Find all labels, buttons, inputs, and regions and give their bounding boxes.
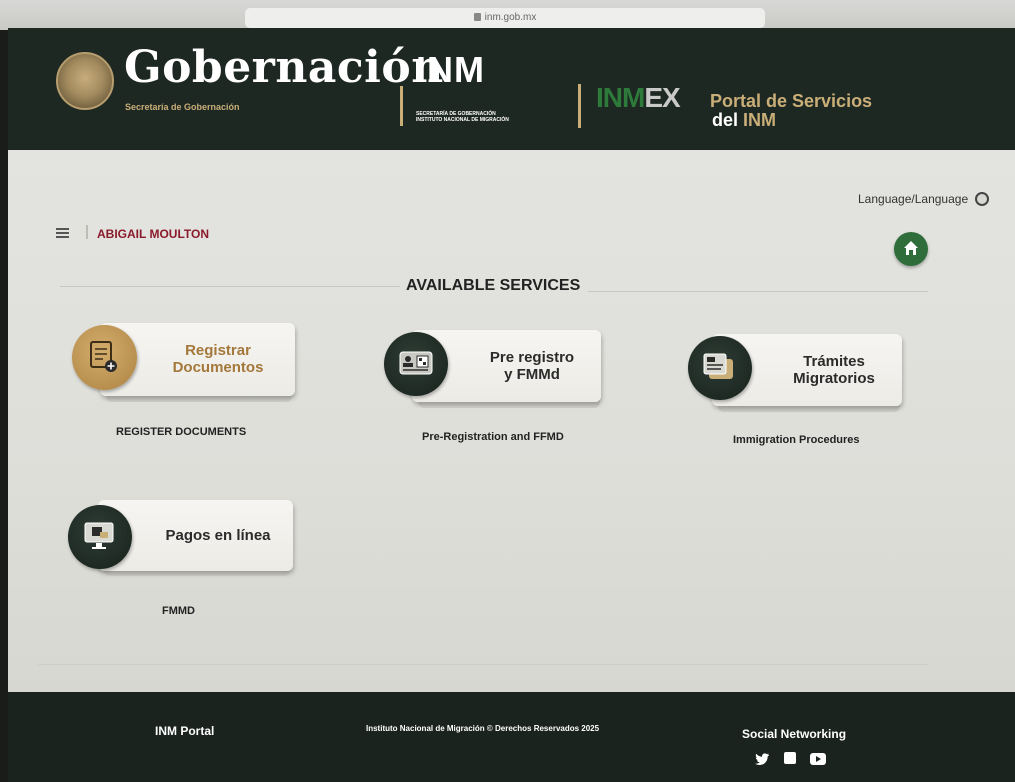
footer-rule [38, 664, 928, 665]
header-divider [578, 84, 581, 128]
footer-portal-link[interactable]: INM Portal [155, 724, 214, 738]
inmex-logo: INMEX [596, 82, 681, 113]
user-divider [86, 225, 88, 239]
forms-icon [703, 353, 733, 379]
service-card-label: Registrar [185, 342, 251, 359]
service-card-label: Migratorios [793, 370, 875, 388]
site-header: Gobernación Secretaría de Gobernación [8, 28, 1015, 150]
lock-icon [473, 13, 481, 21]
document-icon-badge[interactable] [72, 325, 137, 390]
service-caption: REGISTER DOCUMENTS [116, 426, 247, 438]
monitor-payment-icon [84, 522, 114, 549]
service-caption: FMMD [162, 605, 195, 617]
language-selector[interactable]: Language/Language [858, 192, 968, 206]
gobernacion-logo-title: Gobernación [124, 42, 444, 93]
footer-social-title: Social Networking [742, 727, 847, 741]
youtube-icon[interactable] [810, 752, 826, 770]
title-rule [60, 286, 400, 287]
home-icon [904, 241, 918, 255]
portal-title: Portal de Servicios del INM [710, 91, 873, 130]
section-title: AVAILABLE SERVICES [406, 277, 581, 294]
service-caption: Pre-Registration and FFMD [422, 431, 564, 443]
service-card-label: y FMMd [504, 366, 560, 384]
user-name: ABIGAIL MOULTON [97, 227, 209, 241]
facebook-icon[interactable] [784, 752, 796, 764]
globe-icon[interactable] [975, 192, 989, 206]
url-bar[interactable]: inm.gob.mx [245, 8, 765, 28]
id-card-icon [399, 351, 433, 375]
header-divider [400, 86, 403, 126]
forms-icon-badge[interactable] [688, 336, 752, 400]
service-caption: Immigration Procedures [733, 434, 860, 446]
document-icon [90, 341, 117, 372]
menu-icon[interactable] [56, 228, 69, 240]
gobernacion-logo-subtitle: Secretaría de Gobernación [125, 102, 240, 112]
service-card-label: Pre registro [489, 349, 575, 366]
title-rule [588, 291, 928, 292]
url-text: inm.gob.mx [484, 12, 537, 23]
browser-toolbar: inm.gob.mx [0, 0, 1015, 30]
monitor-payment-icon-badge[interactable] [68, 505, 132, 569]
service-card-label: Documentos [172, 359, 264, 377]
home-button[interactable] [894, 232, 928, 266]
service-card-label: Pagos en línea [165, 527, 271, 544]
inm-logo-subtitle: INSTITUTO NACIONAL DE MIGRACIÓN [416, 117, 509, 123]
id-card-icon-badge[interactable] [384, 332, 448, 396]
inm-logo: INM [416, 49, 485, 90]
footer-copyright: Instituto Nacional de Migración © Derech… [366, 724, 600, 733]
mexico-seal-logo [56, 52, 114, 110]
twitter-icon[interactable] [755, 752, 769, 770]
service-card-label: Trámites [803, 353, 865, 370]
